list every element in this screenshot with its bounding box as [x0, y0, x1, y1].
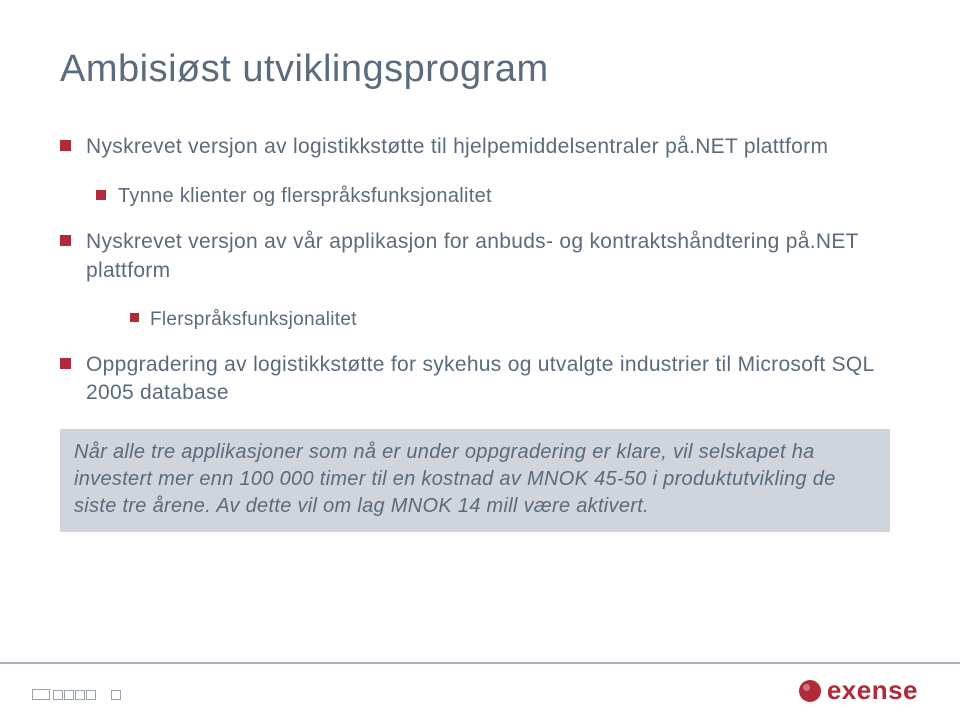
brand-logo: exense — [799, 675, 918, 706]
slide-footer: exense — [0, 662, 960, 720]
slide: Ambisiøst utviklingsprogram Nyskrevet ve… — [0, 0, 960, 720]
callout-box: Når alle tre applikasjoner som nå er und… — [60, 429, 890, 532]
bullet-level2: Tynne klienter og flerspråksfunksjonalit… — [60, 183, 900, 210]
slide-content: Nyskrevet versjon av logistikkstøtte til… — [60, 133, 900, 532]
footer-squares-icon — [32, 684, 121, 700]
slide-title: Ambisiøst utviklingsprogram — [60, 48, 900, 91]
logo-dot-icon — [799, 680, 821, 702]
bullet-level1: Oppgradering av logistikkstøtte for syke… — [60, 351, 900, 408]
bullet-level3: Flerspråksfunksjonalitet — [60, 307, 900, 333]
bullet-level1: Nyskrevet versjon av logistikkstøtte til… — [60, 133, 900, 161]
logo-text: exense — [827, 675, 918, 706]
bullet-level1: Nyskrevet versjon av vår applikasjon for… — [60, 228, 900, 285]
